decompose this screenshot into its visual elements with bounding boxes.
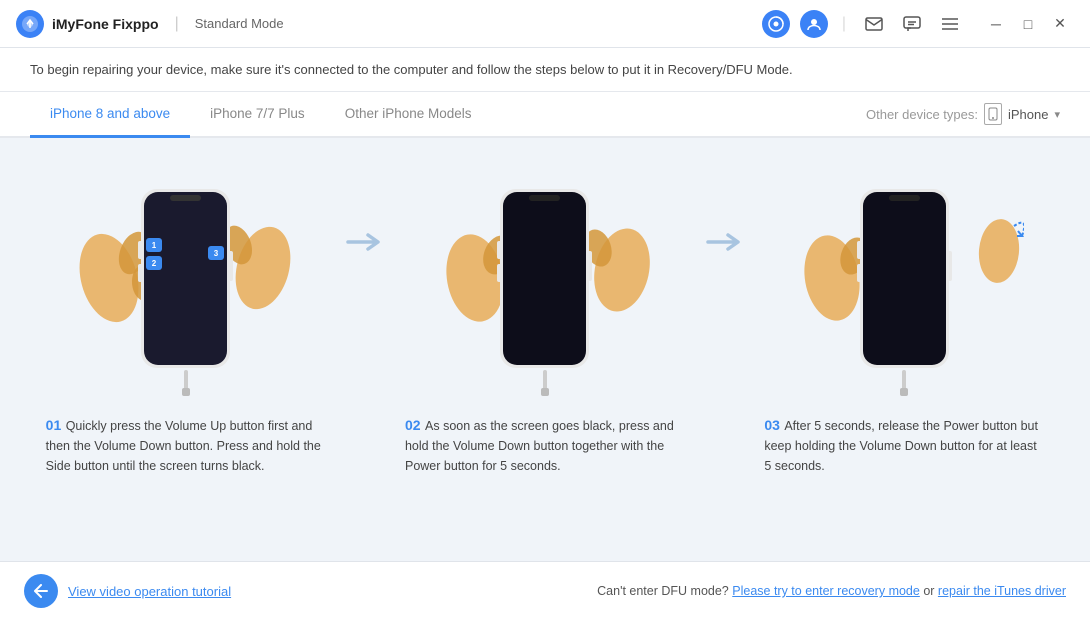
step3-cable [898, 370, 910, 398]
arrow-1 [341, 148, 389, 256]
window-controls: ─ □ ✕ [982, 10, 1074, 38]
step-2-column: 02 As soon as the screen goes black, pre… [389, 148, 700, 476]
recovery-mode-link[interactable]: Please try to enter recovery mode [732, 584, 920, 598]
tab-iphone7[interactable]: iPhone 7/7 Plus [190, 92, 325, 138]
device-type-label: Other device types: [866, 107, 978, 122]
or-text: or [923, 584, 938, 598]
step3-phone [857, 186, 952, 371]
notice-bar: To begin repairing your device, make sur… [0, 48, 1090, 92]
svg-text:1: 1 [152, 241, 157, 250]
step-3-illustration [789, 148, 1019, 408]
chat-icon[interactable] [898, 10, 926, 38]
menu-icon[interactable] [936, 10, 964, 38]
title-bar-left: iMyFone Fixppo | Standard Mode [16, 10, 284, 38]
arrow-1-icon [346, 228, 384, 256]
footer-left: View video operation tutorial [24, 574, 231, 608]
main-content: To begin repairing your device, make sur… [0, 48, 1090, 620]
step-3-column: 03 After 5 seconds, release the Power bu… [749, 148, 1060, 476]
app-logo [16, 10, 44, 38]
step2-cable [539, 370, 551, 398]
step-3-description: 03 After 5 seconds, release the Power bu… [754, 408, 1054, 476]
step-1-column: 1 2 3 01 Quickly press the Volume Up but… [30, 148, 341, 476]
step-1-illustration: 1 2 3 [71, 148, 301, 408]
music-icon[interactable] [762, 10, 790, 38]
dfu-question-text: Can't enter DFU mode? [597, 584, 729, 598]
step1-phone: 1 2 3 [138, 186, 233, 371]
mail-icon[interactable] [860, 10, 888, 38]
back-icon [33, 584, 49, 598]
arrow-2-icon [706, 228, 744, 256]
step-3-number: 03 [764, 417, 780, 433]
footer: View video operation tutorial Can't ente… [0, 561, 1090, 620]
step-2-number: 02 [405, 417, 421, 433]
steps-area: 1 2 3 01 Quickly press the Volume Up but… [0, 138, 1090, 561]
title-divider: | [175, 15, 179, 33]
step-1-desc-text: Quickly press the Volume Up button first… [46, 419, 321, 473]
arrow-2 [701, 148, 749, 256]
title-bar-right: | ─ □ ✕ [762, 10, 1074, 38]
step1-cable [180, 370, 192, 398]
dropdown-arrow-icon: ▾ [1054, 108, 1060, 121]
device-type-icon [984, 103, 1002, 125]
tab-other-iphone[interactable]: Other iPhone Models [325, 92, 492, 138]
footer-right: Can't enter DFU mode? Please try to ente… [597, 584, 1066, 598]
step3-right-hand [974, 206, 1024, 286]
svg-text:2: 2 [152, 259, 157, 268]
video-tutorial-link[interactable]: View video operation tutorial [68, 584, 231, 599]
step-1-number: 01 [46, 417, 62, 433]
notice-text: To begin repairing your device, make sur… [30, 62, 793, 77]
step-1-description: 01 Quickly press the Volume Up button fi… [36, 408, 336, 476]
tabs-bar: iPhone 8 and above iPhone 7/7 Plus Other… [0, 92, 1090, 138]
maximize-button[interactable]: □ [1014, 10, 1042, 38]
step-2-illustration [430, 148, 660, 408]
mode-label: Standard Mode [195, 16, 284, 31]
app-title: iMyFone Fixppo [52, 16, 159, 32]
itunes-driver-link[interactable]: repair the iTunes driver [938, 584, 1066, 598]
device-type-text: iPhone [1008, 107, 1048, 122]
svg-text:3: 3 [214, 249, 219, 258]
step-3-text: After 5 seconds, release the Power butto… [764, 419, 1038, 473]
step-2-description: 02 As soon as the screen goes black, pre… [395, 408, 695, 476]
user-avatar[interactable] [800, 10, 828, 38]
step-2-text: As soon as the screen goes black, press … [405, 419, 674, 473]
step2-phone [497, 186, 592, 371]
close-button[interactable]: ✕ [1046, 10, 1074, 38]
back-button[interactable] [24, 574, 58, 608]
title-bar: iMyFone Fixppo | Standard Mode | [0, 0, 1090, 48]
minimize-button[interactable]: ─ [982, 10, 1010, 38]
device-type-selector[interactable]: Other device types: iPhone ▾ [866, 103, 1060, 125]
tab-iphone8-above[interactable]: iPhone 8 and above [30, 92, 190, 138]
